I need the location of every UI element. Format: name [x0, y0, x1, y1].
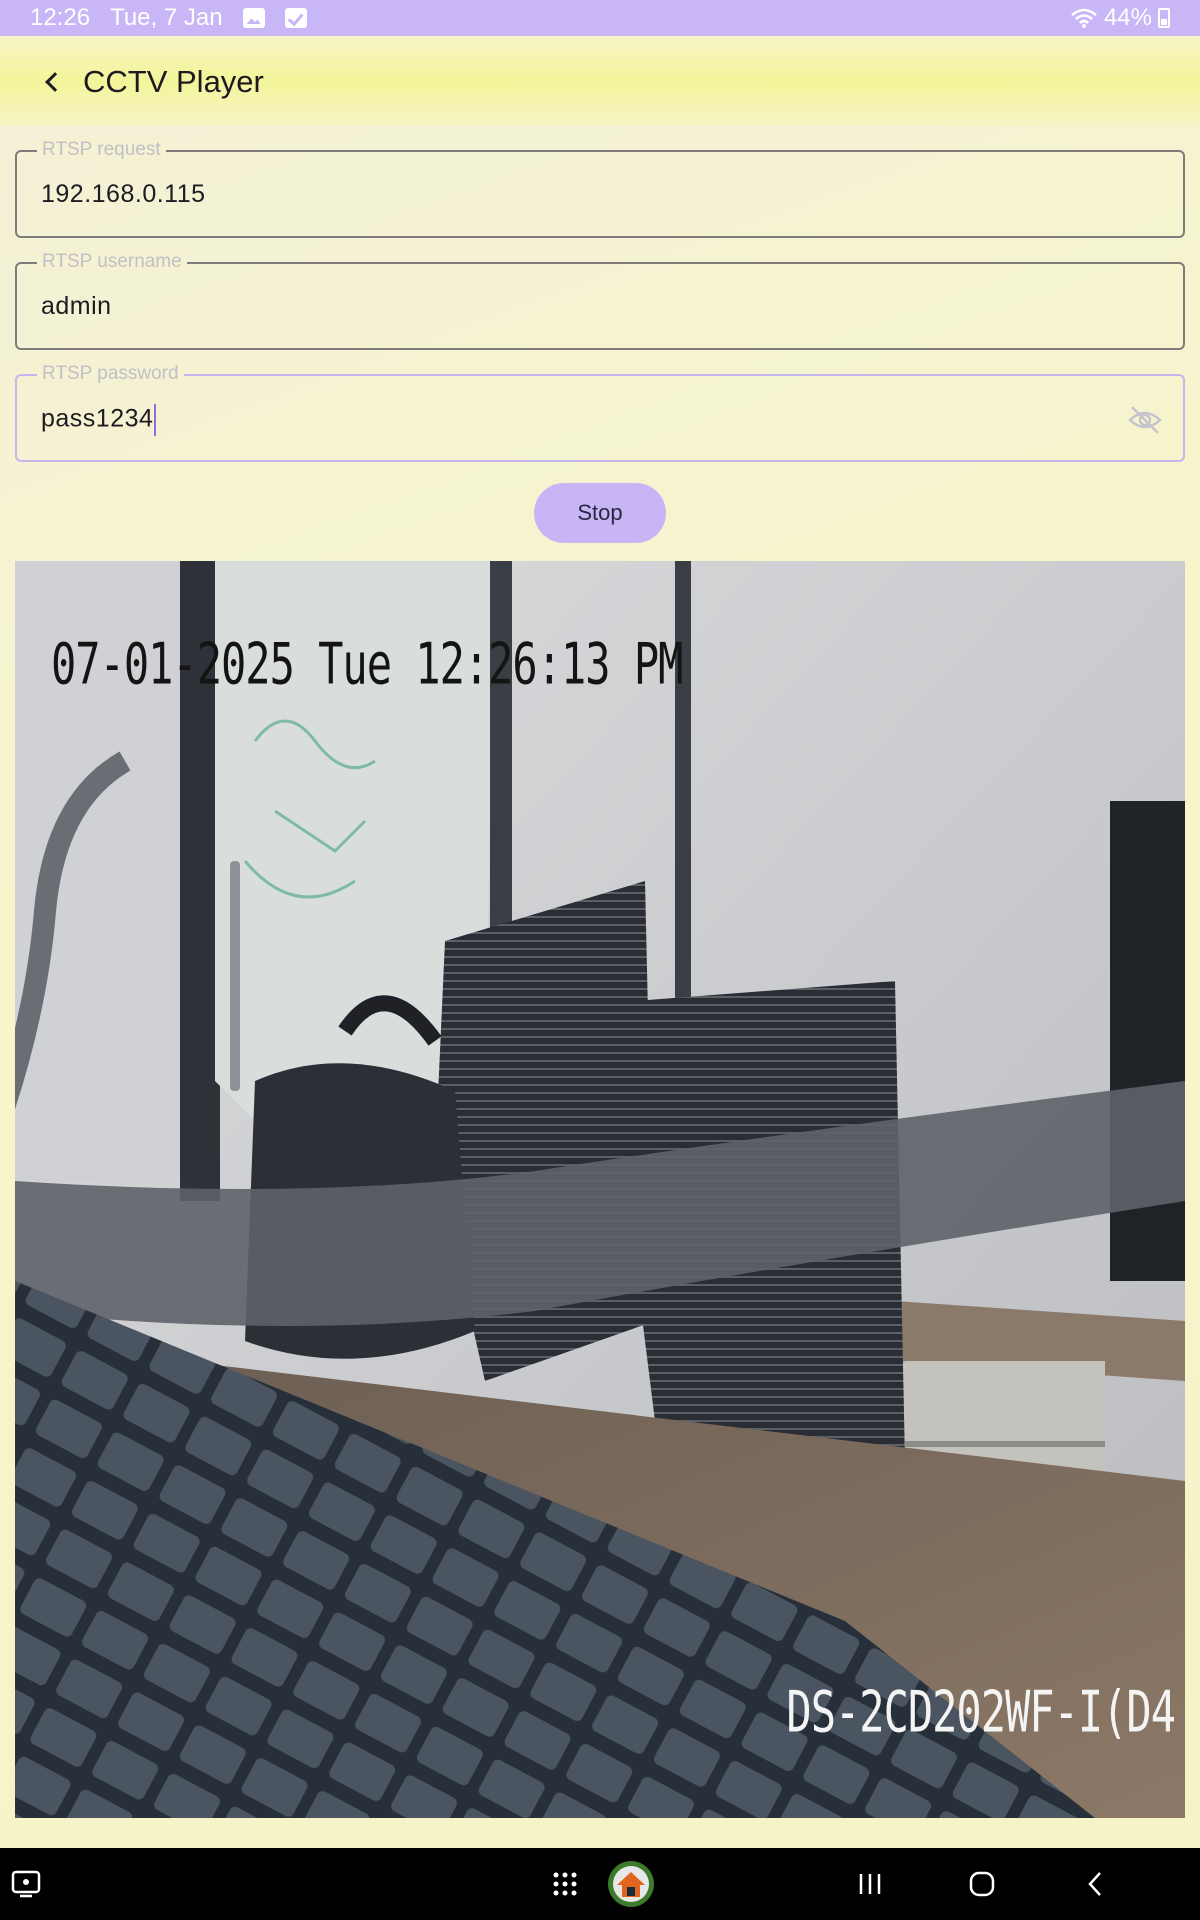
chevron-left-icon	[45, 72, 65, 92]
status-date: Tue, 7 Jan	[110, 4, 223, 31]
eye-off-icon	[1128, 406, 1162, 434]
check-icon	[284, 8, 307, 28]
rtsp-username-label: RTSP username	[37, 250, 187, 274]
home-icon	[969, 1871, 995, 1897]
stop-button[interactable]: Stop	[534, 483, 666, 543]
video-player[interactable]: 07-01-2025 Tue 12:26:13 PM DS-2CD202WF-I…	[15, 561, 1185, 1818]
recents-icon	[859, 1874, 881, 1894]
gallery-icon	[242, 8, 265, 28]
rtsp-password-input[interactable]: pass1234	[41, 404, 1041, 436]
rtsp-password-field[interactable]: RTSP password pass1234	[15, 362, 1185, 462]
app-shortcut-button[interactable]	[606, 1848, 656, 1920]
page-title: CCTV Player	[83, 64, 264, 99]
battery-icon	[1158, 8, 1170, 28]
screenshot-icon	[11, 1870, 41, 1898]
osd-timestamp: 07-01-2025 Tue 12:26:13 PM	[51, 631, 683, 698]
text-caret	[154, 404, 157, 436]
status-bar: 12:26 Tue, 7 Jan 44%	[0, 0, 1200, 36]
navigation-bar	[0, 1848, 1200, 1920]
nav-back-button[interactable]	[1075, 1848, 1115, 1920]
camera-frame	[15, 561, 1185, 1818]
rtsp-request-field[interactable]: RTSP request 192.168.0.115	[15, 138, 1185, 238]
rtsp-request-input[interactable]: 192.168.0.115	[41, 180, 1041, 209]
rtsp-password-label: RTSP password	[37, 362, 184, 386]
app-drawer-icon	[553, 1872, 577, 1896]
rtsp-request-label: RTSP request	[37, 138, 166, 162]
rtsp-username-input[interactable]: admin	[41, 292, 1041, 321]
status-time: 12:26	[30, 4, 91, 31]
screenshot-button[interactable]	[6, 1848, 46, 1920]
recents-button[interactable]	[850, 1848, 890, 1920]
app-bar: CCTV Player	[0, 36, 1200, 126]
osd-camera-model: DS-2CD202WF-I(D4	[786, 1679, 1176, 1746]
rtsp-username-field[interactable]: RTSP username admin	[15, 250, 1185, 350]
back-button[interactable]	[30, 60, 74, 104]
password-visibility-toggle[interactable]	[1127, 402, 1163, 438]
rtsp-password-value: pass1234	[41, 404, 154, 433]
home-button[interactable]	[962, 1848, 1002, 1920]
battery-percent: 44%	[1103, 4, 1152, 31]
wifi-icon	[1071, 8, 1097, 28]
app-shortcut-icon	[608, 1861, 654, 1907]
app-drawer-button[interactable]	[545, 1848, 585, 1920]
back-icon	[1088, 1872, 1101, 1896]
